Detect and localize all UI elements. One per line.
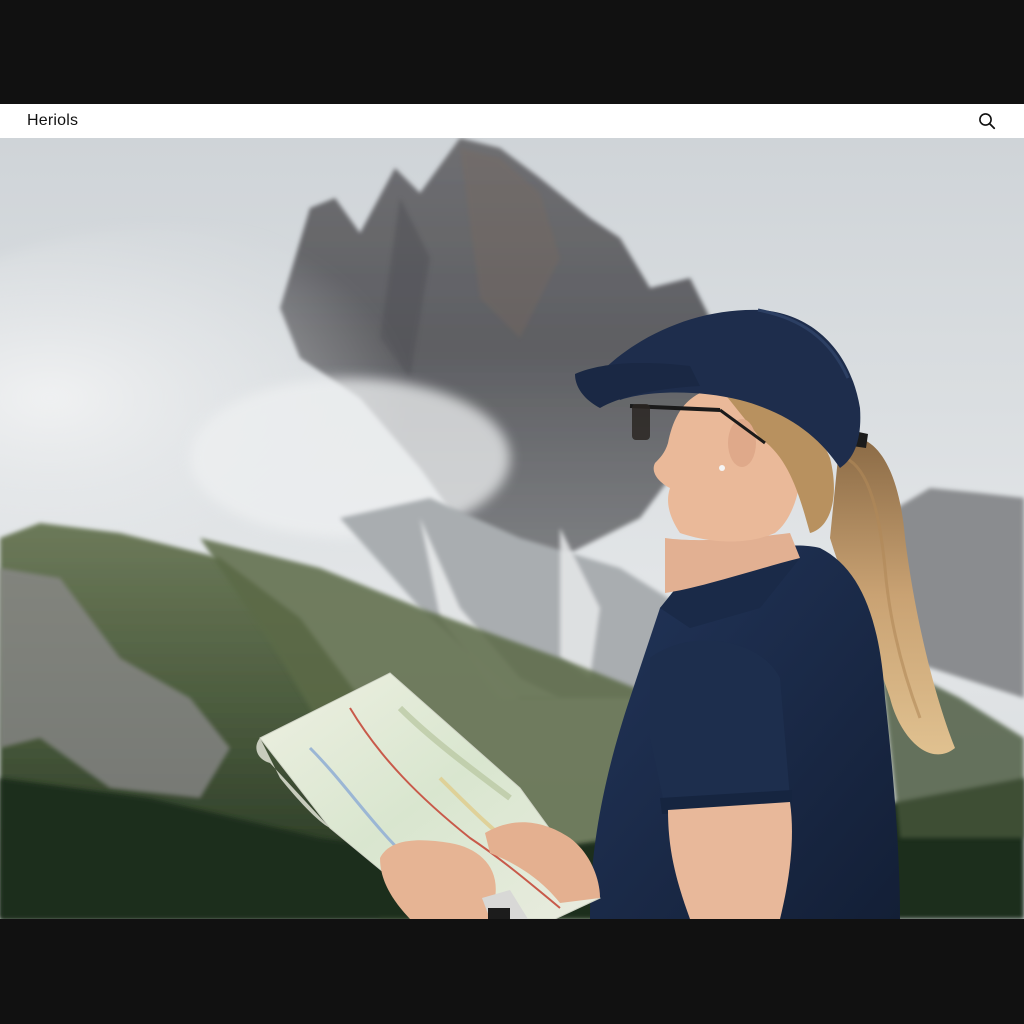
brand-logo[interactable]: Heriols [27,112,78,130]
top-bar: Heriols [0,104,1024,138]
search-button[interactable] [976,110,998,132]
letterbox-bottom [0,919,1024,1024]
hero-image [0,138,1024,919]
hero-photo [0,138,1024,919]
search-icon [979,113,996,130]
screen: Heriols [0,0,1024,1024]
letterbox-top [0,0,1024,104]
